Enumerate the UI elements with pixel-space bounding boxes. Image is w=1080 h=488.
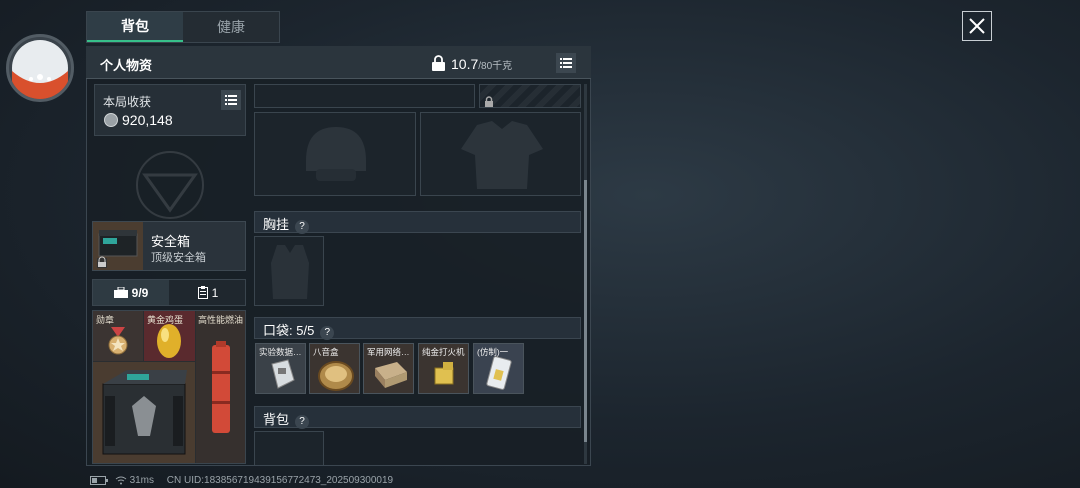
pocket-label: 口袋: 5/5 <box>263 323 315 338</box>
item-label: 勋章 <box>96 315 115 325</box>
close-icon <box>969 18 985 34</box>
status-bar: 31ms CN UID:1838567194391567724​73_20250… <box>90 475 393 486</box>
pocket-item-3[interactable]: 军用网络… <box>363 343 414 394</box>
pocket-title: 口袋: 5/5? <box>263 320 335 340</box>
fuel-canister-icon <box>212 341 230 433</box>
tab-container-slots[interactable]: 9/9 <box>93 280 169 305</box>
container-slots-label: 9/9 <box>131 285 149 300</box>
battery-icon <box>90 475 108 485</box>
pocket-item-4[interactable]: 纯金打火机 <box>418 343 469 394</box>
safebox-subtitle: 顶级安全箱 <box>151 252 206 264</box>
crate-icon <box>102 370 187 455</box>
pocket-item-5[interactable]: (仿制)一 <box>473 343 524 394</box>
golden-egg-icon <box>157 324 181 358</box>
helmet-icon <box>306 127 366 181</box>
list-icon <box>560 58 572 68</box>
item-label: 高性能燃油 <box>198 315 244 325</box>
chest-rig-label: 胸挂 <box>263 217 290 232</box>
panel-title: 个人物资 <box>100 58 153 73</box>
helmet-slot[interactable] <box>254 112 416 196</box>
panel-menu-button[interactable] <box>556 53 576 73</box>
music-box-icon <box>318 361 354 391</box>
ping-value: 31ms <box>129 475 155 486</box>
medal-icon <box>108 327 128 355</box>
backpack-slot[interactable] <box>254 431 324 465</box>
item-medal[interactable]: 勋章 <box>93 311 143 361</box>
pocket-item-2[interactable]: 八音盒 <box>309 343 360 394</box>
tab-backpack[interactable]: 背包 <box>87 12 183 42</box>
loot-menu-button[interactable] <box>221 90 241 110</box>
item-label: 军用网络… <box>367 347 410 357</box>
item-label: 实验数据… <box>259 347 302 357</box>
armor-slot[interactable] <box>420 112 581 196</box>
help-icon[interactable]: ? <box>295 415 310 429</box>
uid-value: CN UID:1838567194391567724​73_2025093000… <box>166 475 394 486</box>
wifi-icon <box>115 476 127 485</box>
coin-icon <box>104 113 118 127</box>
data-drive-icon <box>271 359 295 389</box>
close-button[interactable] <box>962 11 992 41</box>
loot-value: 920,148 <box>122 112 173 128</box>
top-tabs: 背包 健康 <box>86 11 280 43</box>
panel-header <box>86 46 591 79</box>
pocket-item-1[interactable]: 实验数据… <box>255 343 306 394</box>
armor-icon <box>461 121 543 189</box>
safebox-name: 安全箱 <box>151 234 191 249</box>
clipboard-icon <box>197 286 208 299</box>
weight-max: /80千克 <box>478 61 513 72</box>
network-device-icon <box>375 362 407 388</box>
tab-health[interactable]: 健康 <box>183 12 279 42</box>
list-icon <box>225 95 237 105</box>
help-icon[interactable]: ? <box>320 326 335 340</box>
help-icon[interactable]: ? <box>295 220 310 234</box>
lighter-icon <box>434 362 454 385</box>
item-label: 纯金打火机 <box>422 347 465 357</box>
lock-icon <box>485 96 493 107</box>
loot-title: 本局收获 <box>103 95 152 109</box>
card-icon <box>486 356 512 390</box>
weight-readout: 10.7/80千克 <box>451 56 512 72</box>
safebox-icon <box>93 222 143 270</box>
item-fuel[interactable]: 高性能燃油 <box>196 311 245 463</box>
equipment-slot-partial[interactable] <box>254 84 475 108</box>
backpack-label: 背包 <box>263 412 290 427</box>
weight-lock-icon <box>431 55 446 77</box>
scrollbar-thumb[interactable] <box>584 180 587 442</box>
locked-slot <box>479 84 581 108</box>
container-count-label: 1 <box>211 285 219 300</box>
briefcase-icon <box>113 287 128 298</box>
chest-rig-slot[interactable] <box>254 236 324 306</box>
tab-container-count[interactable]: 1 <box>170 280 246 305</box>
player-avatar[interactable] <box>6 34 74 102</box>
backpack-title: 背包? <box>263 409 310 429</box>
item-safebox-large[interactable] <box>93 362 195 463</box>
faction-emblem-watermark <box>115 150 225 220</box>
item-golden-egg[interactable]: 黄金鸡蛋 <box>144 311 195 361</box>
chest-rig-title: 胸挂? <box>263 214 310 234</box>
weight-current: 10.7 <box>451 56 479 72</box>
vest-icon <box>271 245 309 299</box>
